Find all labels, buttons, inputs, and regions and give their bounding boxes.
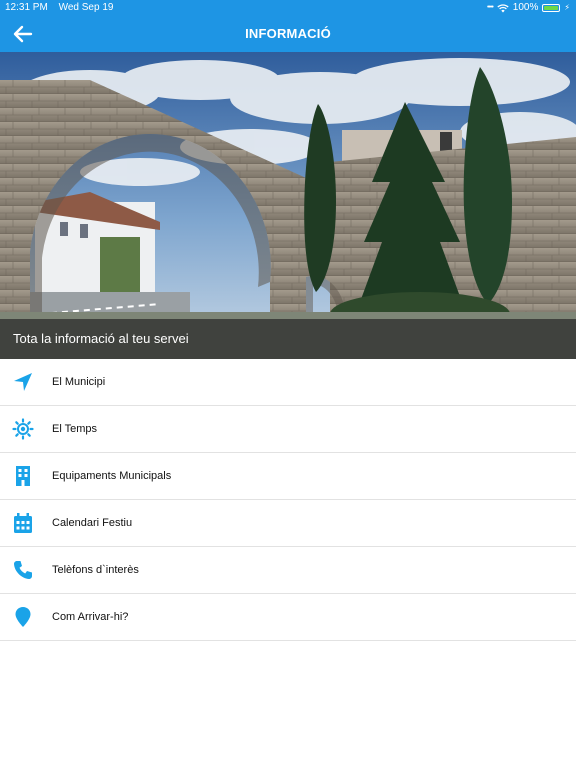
hero-banner: Tota la informació al teu servei <box>0 52 576 359</box>
signal-dots-icon: •••• <box>486 4 494 11</box>
battery-icon <box>542 4 561 12</box>
wifi-icon <box>497 3 509 12</box>
phone-icon <box>14 561 32 579</box>
battery-percent: 100% <box>512 2 539 13</box>
status-time: 12:31 PM <box>5 2 48 13</box>
navigation-bar: INFORMACIÓ <box>0 16 576 52</box>
status-date: Wed Sep 19 <box>58 2 114 13</box>
menu-item-label: Equipaments Municipals <box>52 470 172 482</box>
charging-bolt-icon: ⚡ <box>564 3 570 12</box>
menu-item-temps[interactable]: El Temps <box>0 406 576 453</box>
aqueduct-photo <box>0 52 576 359</box>
page-title: INFORMACIÓ <box>245 26 331 41</box>
menu-item-label: El Temps <box>52 423 98 435</box>
sun-icon <box>12 418 34 440</box>
menu-item-municipi[interactable]: El Municipi <box>0 359 576 406</box>
menu-item-label: Com Arrivar-hi? <box>52 611 129 623</box>
status-bar: 12:31 PM Wed Sep 19 •••• 100% ⚡ <box>0 0 576 16</box>
map-pin-icon <box>15 607 31 627</box>
menu-item-telefons[interactable]: Telèfons d`interès <box>0 547 576 594</box>
info-menu-list: El Municipi El Temps Equipaments Municip… <box>0 359 576 641</box>
hero-caption: Tota la informació al teu servei <box>0 319 576 359</box>
building-icon <box>16 466 30 486</box>
menu-item-label: Telèfons d`interès <box>52 564 139 576</box>
menu-item-calendari[interactable]: Calendari Festiu <box>0 500 576 547</box>
menu-item-label: Calendari Festiu <box>52 517 133 529</box>
menu-item-equipaments[interactable]: Equipaments Municipals <box>0 453 576 500</box>
calendar-icon <box>14 513 32 533</box>
navigation-arrow-icon <box>14 373 32 391</box>
menu-item-label: El Municipi <box>52 376 106 388</box>
menu-item-com-arrivar[interactable]: Com Arrivar-hi? <box>0 594 576 641</box>
